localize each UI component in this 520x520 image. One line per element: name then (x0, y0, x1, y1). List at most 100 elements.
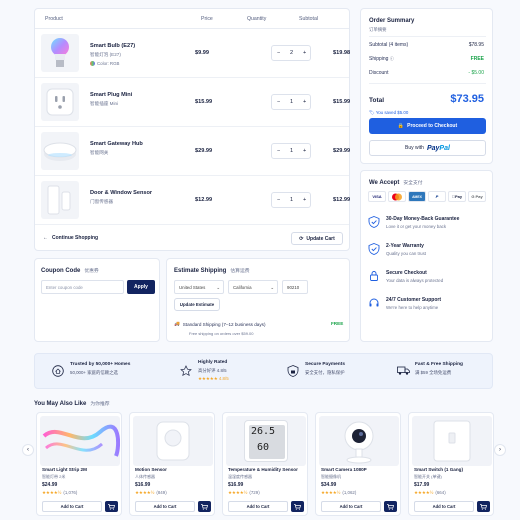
shipping-method-price: FREE (331, 321, 344, 326)
buy-with-label: Buy with (405, 145, 424, 151)
paypal-button[interactable]: Buy with PayPal (369, 140, 486, 156)
rec-card[interactable]: 26.5 60 Temperature & Humidity Sensor 温湿… (222, 412, 308, 516)
trust-homes: Trusted by 50,000+ Homes 50,000+ 家庭的信赖之选 (70, 362, 130, 376)
truck-icon (397, 365, 410, 378)
quantity-value[interactable]: 1 (290, 148, 293, 154)
update-estimate-button[interactable]: Update Estimate (174, 298, 220, 311)
paypal-logo: PayPal (426, 144, 450, 152)
rec-price: $16.99 (228, 482, 244, 488)
add-to-cart-button[interactable]: Add to Cart (42, 501, 102, 512)
shipping-panel: Estimate Shipping 估算运费 United States ⌄ Cal… (166, 258, 350, 342)
add-to-cart-button[interactable]: Add to Cart (321, 501, 381, 512)
rec-rating: ★★★★½ (729) (228, 490, 260, 495)
cart-icon-button[interactable] (384, 501, 397, 512)
trust-rating-title: Highly Rated (198, 360, 228, 365)
add-to-cart-button[interactable]: Add to Cart (228, 501, 288, 512)
rec-image-camera[interactable] (319, 416, 399, 466)
trust-homes-title: Trusted by 50,000+ Homes (70, 362, 131, 367)
warranty-title: 2-Year Warranty (386, 243, 424, 249)
trust-rating: Highly Rated 高分好评 4.8/5 ★★★★★ 4.8/5 (198, 360, 229, 382)
coupon-input[interactable]: Enter coupon code (41, 280, 124, 294)
rec-image-light-strip[interactable] (40, 416, 120, 466)
plug-icon (46, 88, 74, 116)
country-select[interactable]: United States ⌄ (174, 280, 224, 294)
trust-shipping-sub: 满 $59 全场免运费 (415, 370, 452, 375)
rec-image-switch[interactable] (412, 416, 492, 466)
carousel-next-button[interactable]: › (494, 444, 506, 456)
recs-title: You May Also Like 为你推荐 (34, 401, 110, 407)
light-strip-icon (42, 424, 120, 457)
quantity-value[interactable]: 2 (290, 50, 293, 56)
amex-icon: AMEX (408, 191, 426, 202)
zip-input[interactable]: 90210 (282, 280, 308, 294)
update-cart-label: Update Cart (306, 235, 335, 242)
apply-button[interactable]: Apply (127, 280, 155, 294)
cart-icon-button[interactable] (291, 501, 304, 512)
product-image-plug[interactable] (41, 83, 79, 121)
increment-button[interactable]: + (303, 148, 306, 154)
chevron-left-icon: ‹ (27, 447, 29, 453)
decrement-button[interactable]: − (277, 50, 280, 56)
product-name[interactable]: Door & Window Sensor (90, 190, 152, 196)
shipping-method-label: Standard Shipping (7–12 business days) (182, 321, 266, 327)
increment-button[interactable]: + (303, 50, 306, 56)
rec-card[interactable]: Smart Camera 1080P 智能摄像机 $34.99 ★★★★½ (1,… (315, 412, 401, 516)
rec-price: $34.99 (321, 482, 337, 488)
trust-shipping: Fast & Free Shipping 满 $59 全场免运费 (415, 362, 463, 376)
add-to-cart-button[interactable]: Add to Cart (135, 501, 195, 512)
carousel-prev-button[interactable]: ‹ (22, 444, 34, 456)
row-subtotal: $12.99 (333, 197, 351, 203)
cart-icon-button[interactable] (198, 501, 211, 512)
product-name[interactable]: Smart Plug Mini (90, 92, 132, 98)
add-to-cart-button[interactable]: Add to Cart (414, 501, 474, 512)
trust-rating-sub: 高分好评 4.8/5 (198, 368, 227, 373)
support-title: 24/7 Customer Support (386, 297, 442, 303)
rec-card[interactable]: Smart Light Strip 2M 智能灯带 2米 $24.99 ★★★★… (36, 412, 122, 516)
continue-shopping-link[interactable]: ← Continue Shopping (43, 235, 98, 241)
header-product: Product (45, 16, 63, 22)
rec-name-cn: 智能摄像机 (321, 474, 341, 479)
rec-image-motion-sensor[interactable] (133, 416, 213, 466)
rec-card[interactable]: Smart Switch (1 Gang) 智能开关 (单键) $17.99 ★… (408, 412, 494, 516)
increment-button[interactable]: + (303, 197, 306, 203)
increment-button[interactable]: + (303, 99, 306, 105)
decrement-button[interactable]: − (277, 197, 280, 203)
cart-row: Door & Window Sensor 门窗传感器 $12.99 − 1 + … (35, 176, 372, 225)
coupon-panel: Coupon Code 优惠券 Enter coupon code Apply (34, 258, 160, 342)
rec-image-temp-sensor[interactable]: 26.5 60 (226, 416, 306, 466)
saved-note: 🏷 You saved $5.00 (369, 110, 409, 115)
rec-name: Smart Switch (1 Gang) (414, 467, 464, 472)
product-name[interactable]: Smart Bulb (E27) (90, 43, 135, 49)
product-name-cn: 智能网关 (90, 150, 109, 155)
update-cart-button[interactable]: ⟳ Update Cart (291, 232, 343, 245)
header-subtotal: Subtotal (299, 16, 319, 22)
rec-price: $24.99 (42, 482, 58, 488)
shipping-label: Shipping ⓘ (369, 56, 394, 62)
quantity-value[interactable]: 1 (290, 197, 293, 203)
trust-payments-title: Secure Payments (305, 362, 345, 367)
product-image-hub[interactable] (41, 132, 79, 170)
cart-icon-button[interactable] (477, 501, 490, 512)
quantity-value[interactable]: 1 (290, 99, 293, 105)
checkout-button[interactable]: 🔒 Proceed to Checkout (369, 118, 486, 134)
rec-rating: ★★★★½ (664) (414, 490, 446, 495)
truck-icon: 🚚 (174, 321, 180, 326)
cart-row: Smart Gateway Hub 智能网关 $29.99 − 1 + $29.… (35, 127, 372, 176)
summary-title-cn: 订单摘要 (369, 27, 387, 32)
apple-pay-icon: Pay (448, 191, 466, 202)
cart-icon-button[interactable] (105, 501, 118, 512)
chevron-right-icon: › (499, 447, 501, 453)
rec-card[interactable]: Motion Sensor 人体传感器 $16.99 ★★★★½ (849) Ad… (129, 412, 215, 516)
bulb-icon (51, 38, 69, 67)
product-name[interactable]: Smart Gateway Hub (90, 141, 143, 147)
checkout-label: Proceed to Checkout (407, 123, 458, 129)
we-accept-title: We Accept 安全支付 (369, 180, 423, 186)
decrement-button[interactable]: − (277, 148, 280, 154)
product-image-bulb[interactable] (41, 34, 79, 72)
decrement-button[interactable]: − (277, 99, 280, 105)
rec-name: Motion Sensor (135, 467, 167, 472)
product-image-sensor[interactable] (41, 181, 79, 219)
unit-price: $12.99 (195, 197, 213, 203)
lock-shield-icon (370, 271, 378, 281)
state-select[interactable]: California ⌄ (228, 280, 278, 294)
